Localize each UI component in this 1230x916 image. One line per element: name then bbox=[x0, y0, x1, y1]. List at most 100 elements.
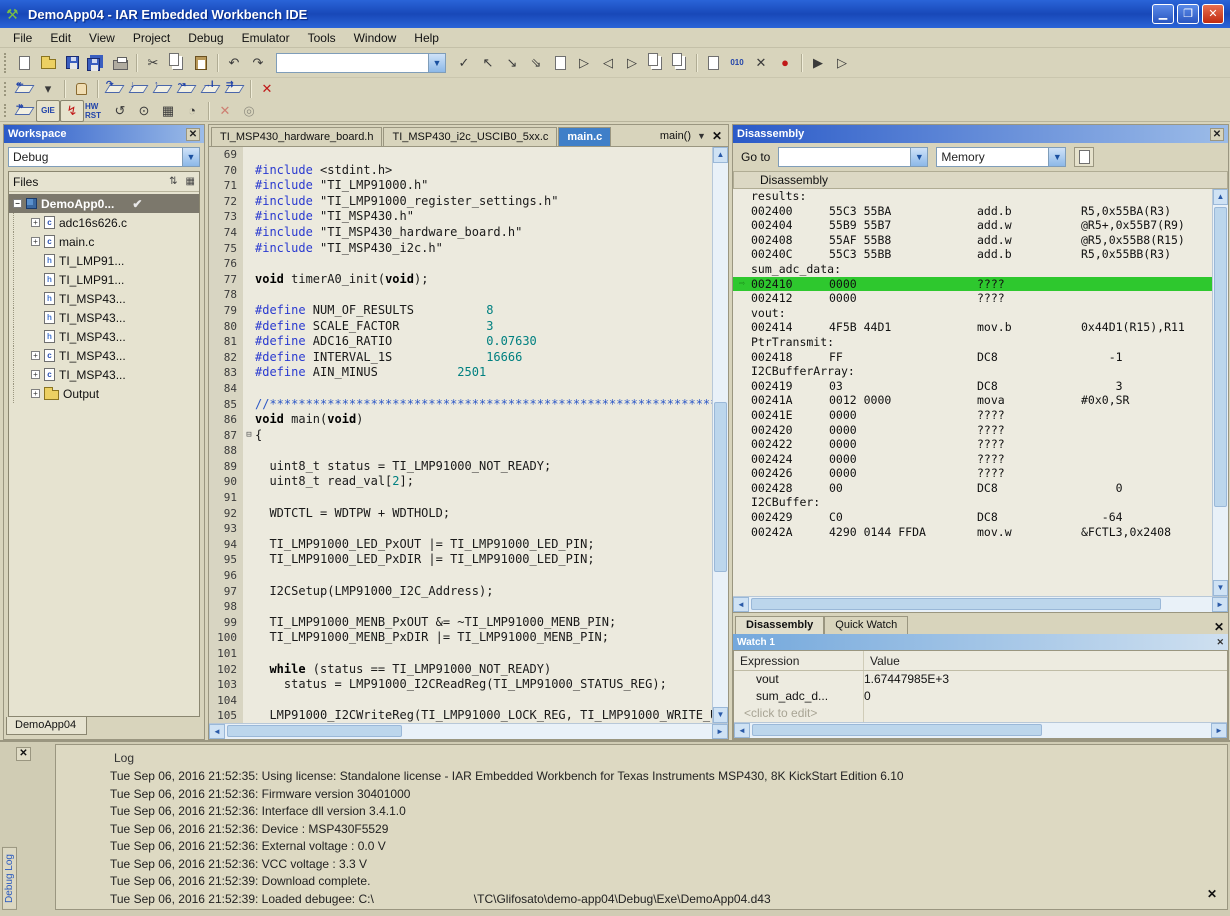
disasm-row-002404[interactable]: 002404 55B9 55B7 add.w @R5+,0x55B7(R9) bbox=[733, 218, 1212, 233]
menu-help[interactable]: Help bbox=[405, 29, 448, 47]
disasm-row-002414[interactable]: 002414 4F5B 44D1 mov.b 0x44D1(R15),R11 bbox=[733, 320, 1212, 335]
scroll-left-icon[interactable]: ◄ bbox=[734, 723, 750, 738]
code-line-69[interactable]: 69 bbox=[209, 147, 712, 163]
navigate-forward-button[interactable]: ▷ bbox=[620, 52, 644, 74]
code-line-96[interactable]: 96 bbox=[209, 568, 712, 584]
toggle-breakpoint-button[interactable]: ● bbox=[773, 52, 797, 74]
previous-bookmark-button[interactable]: ↖ bbox=[476, 52, 500, 74]
disasm-row-002419[interactable]: 002419 03 DC8 3 bbox=[733, 379, 1212, 394]
code-line-95[interactable]: 95 TI_LMP91000_LED_PxDIR |= TI_LMP91000_… bbox=[209, 552, 712, 569]
stop-debugging-button[interactable]: ✕ bbox=[255, 78, 279, 100]
menu-tools[interactable]: Tools bbox=[299, 29, 345, 47]
code-line-89[interactable]: 89 uint8_t status = TI_LMP91000_NOT_READ… bbox=[209, 458, 712, 475]
step-out-button[interactable]: ↑ bbox=[150, 78, 174, 100]
leave-target-running-button[interactable]: ↺ bbox=[108, 100, 132, 122]
debug-without-downloading-button[interactable]: ▷ bbox=[830, 52, 854, 74]
disasm-row-00240C[interactable]: 00240C 55C3 55BB add.b R5,0x55BB(R3) bbox=[733, 247, 1212, 262]
disassembly-vertical-scrollbar[interactable]: ▲ ▼ bbox=[1212, 189, 1228, 596]
scroll-down-icon[interactable]: ▼ bbox=[1213, 580, 1228, 596]
chevron-down-icon[interactable]: ▼ bbox=[182, 148, 199, 166]
disasm-row-002428[interactable]: 002428 00 DC8 0 bbox=[733, 481, 1212, 496]
menu-debug[interactable]: Debug bbox=[179, 29, 232, 47]
open-header-button[interactable] bbox=[644, 52, 668, 74]
cut-button[interactable]: ✂ bbox=[141, 52, 165, 74]
workspace-close-icon[interactable]: ✕ bbox=[186, 127, 200, 141]
debug-log-vertical-tab[interactable]: Debug Log bbox=[2, 847, 17, 910]
stop-build-button[interactable]: ✕ bbox=[749, 52, 773, 74]
scroll-right-icon[interactable]: ► bbox=[1212, 597, 1228, 612]
code-line-83[interactable]: 83 #define AIN_MINUS 2501 bbox=[209, 365, 712, 381]
copy-button[interactable] bbox=[165, 52, 189, 74]
expand-toggle-icon[interactable]: − bbox=[13, 199, 22, 208]
code-line-78[interactable]: 78 bbox=[209, 287, 712, 303]
save-button[interactable] bbox=[60, 52, 84, 74]
code-line-101[interactable]: 101 bbox=[209, 646, 712, 662]
tree-item-adc16s626-c[interactable]: + c adc16s626.c bbox=[9, 213, 199, 232]
editor-close-icon[interactable]: ✕ bbox=[712, 129, 722, 143]
reset-button[interactable]: ↞ bbox=[12, 78, 36, 100]
editor-tab-main.c[interactable]: main.c bbox=[558, 127, 612, 146]
disasm-row-002426[interactable]: 002426 0000???? bbox=[733, 466, 1212, 481]
watch-close-icon[interactable]: ✕ bbox=[1216, 637, 1224, 648]
chevron-down-icon[interactable]: ▼ bbox=[1048, 148, 1066, 166]
context-function-select[interactable]: main() bbox=[660, 130, 691, 142]
step-into-button[interactable]: ↓ bbox=[126, 78, 150, 100]
disasm-row-002418[interactable]: 002418 FF DC8 -1 bbox=[733, 350, 1212, 365]
minimize-button[interactable]: ▁ bbox=[1152, 4, 1174, 24]
menu-file[interactable]: File bbox=[4, 29, 41, 47]
compile-button[interactable] bbox=[701, 52, 725, 74]
stopwatch-button[interactable]: ◔ bbox=[180, 100, 204, 122]
clear-breakpoints-button[interactable]: ✕ bbox=[213, 100, 237, 122]
code-line-73[interactable]: 73 #include "TI_MSP430.h" bbox=[209, 209, 712, 225]
navigate-backward-button[interactable]: ◁ bbox=[596, 52, 620, 74]
print-button[interactable] bbox=[108, 52, 132, 74]
code-line-70[interactable]: 70 #include <stdint.h> bbox=[209, 162, 712, 179]
code-line-72[interactable]: 72 #include "TI_LMP91000_register_setting… bbox=[209, 193, 712, 210]
cspy-options-button[interactable]: ◎ bbox=[237, 100, 261, 122]
menu-project[interactable]: Project bbox=[124, 29, 179, 47]
scroll-right-icon[interactable]: ► bbox=[712, 724, 728, 739]
code-line-90[interactable]: 90 uint8_t read_val[2]; bbox=[209, 474, 712, 491]
scroll-up-icon[interactable]: ▲ bbox=[713, 147, 728, 163]
menu-edit[interactable]: Edit bbox=[41, 29, 80, 47]
tab-disassembly[interactable]: Disassembly bbox=[735, 616, 825, 634]
tree-item-ti-msp43-[interactable]: h TI_MSP43... bbox=[9, 289, 199, 308]
close-button[interactable]: ✕ bbox=[1202, 4, 1224, 24]
code-line-74[interactable]: 74 #include "TI_MSP430_hardware_board.h" bbox=[209, 224, 712, 241]
tree-item-ti-msp43-[interactable]: + c TI_MSP43... bbox=[9, 346, 199, 365]
code-line-77[interactable]: 77 void timerA0_init(void); bbox=[209, 271, 712, 288]
operating-mode-button[interactable]: ⊙ bbox=[132, 100, 156, 122]
log-bottom-close-icon[interactable]: ✕ bbox=[1207, 887, 1217, 901]
log-close-icon[interactable]: ✕ bbox=[16, 747, 31, 761]
disasm-row-002410[interactable]: ⇨ 002410 0000???? bbox=[733, 276, 1212, 292]
menu-window[interactable]: Window bbox=[345, 29, 406, 47]
view-mode-select[interactable]: Memory ▼ bbox=[936, 147, 1067, 167]
tree-item-demoapp0-[interactable]: − DemoApp0... ✔ bbox=[9, 194, 199, 213]
chevron-down-icon[interactable]: ▼ bbox=[697, 131, 706, 141]
code-line-91[interactable]: 91 bbox=[209, 490, 712, 506]
code-line-76[interactable]: 76 bbox=[209, 256, 712, 272]
watch-row-vout[interactable]: vout 1.67447985E+3 bbox=[734, 671, 1227, 688]
disasm-row-002412[interactable]: 002412 0000???? bbox=[733, 291, 1212, 306]
code-line-92[interactable]: 92 WDTCTL = WDTPW + WDTHOLD; bbox=[209, 505, 712, 522]
code-line-98[interactable]: 98 bbox=[209, 599, 712, 615]
disasm-row-00241A[interactable]: 00241A 0012 0000 mova #0x0,SR bbox=[733, 393, 1212, 408]
configuration-select[interactable]: Debug ▼ bbox=[8, 147, 200, 167]
disasm-row-002408[interactable]: 002408 55AF 55B8 add.w @R5,0x55B8(R15) bbox=[733, 233, 1212, 248]
browse-source-button[interactable] bbox=[548, 52, 572, 74]
code-line-86[interactable]: 86 void main(void) bbox=[209, 412, 712, 428]
code-line-85[interactable]: 85//************************************… bbox=[209, 396, 712, 413]
code-line-93[interactable]: 93 bbox=[209, 521, 712, 537]
watch-column-value[interactable]: Value bbox=[864, 651, 900, 670]
disasm-row-002429[interactable]: 002429 C0 DC8 -64 bbox=[733, 510, 1212, 525]
editor-tab-ti_msp430_hardware_board.h[interactable]: TI_MSP430_hardware_board.h bbox=[211, 127, 383, 146]
tab-quick-watch[interactable]: Quick Watch bbox=[824, 616, 909, 634]
make-button[interactable]: 010 bbox=[725, 52, 749, 74]
go-button[interactable]: ⇉ bbox=[222, 78, 246, 100]
menu-emulator[interactable]: Emulator bbox=[233, 29, 299, 47]
code-line-102[interactable]: 102 while (status == TI_LMP91000_NOT_REA… bbox=[209, 661, 712, 678]
disasm-row-00242A[interactable]: 00242A 4290 0144 FFDA mov.w &FCTL3,0x2408 bbox=[733, 525, 1212, 540]
code-line-71[interactable]: 71 #include "TI_LMP91000.h" bbox=[209, 178, 712, 194]
code-line-79[interactable]: 79 #define NUM_OF_RESULTS 8 bbox=[209, 302, 712, 319]
tree-item-main-c[interactable]: + c main.c bbox=[9, 232, 199, 251]
